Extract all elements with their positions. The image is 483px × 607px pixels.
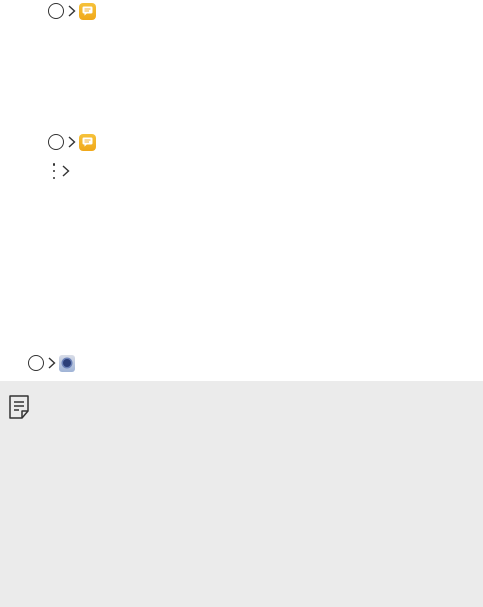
path-home-to-messaging-2	[48, 132, 96, 152]
messaging-app-icon	[79, 133, 96, 151]
chevron-right-icon	[67, 134, 77, 150]
path-home-to-camera	[28, 353, 75, 373]
home-circle-icon	[48, 3, 64, 19]
note-icon	[9, 395, 29, 419]
path-home-to-messaging-1	[48, 1, 96, 21]
path-more-options	[50, 161, 73, 181]
camera-lens	[63, 359, 71, 367]
camera-app-icon	[59, 354, 75, 372]
messaging-app-icon	[79, 2, 96, 20]
note-panel	[0, 381, 483, 607]
home-circle-icon	[28, 355, 44, 371]
chevron-right-icon	[67, 3, 77, 19]
home-circle-icon	[48, 134, 64, 150]
manual-page	[0, 0, 483, 607]
chevron-right-icon	[47, 355, 57, 371]
more-vertical-icon	[50, 162, 58, 180]
chevron-right-icon	[61, 163, 71, 179]
